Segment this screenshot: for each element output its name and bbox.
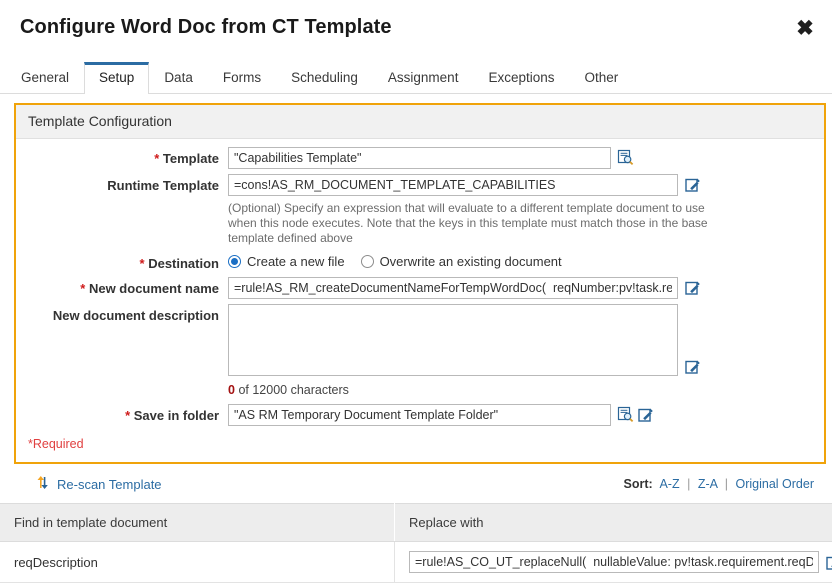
tab-exceptions[interactable]: Exceptions — [473, 62, 569, 94]
tab-scheduling[interactable]: Scheduling — [276, 62, 373, 94]
runtime-template-input[interactable] — [228, 174, 678, 196]
template-label: * Template — [16, 147, 228, 167]
new-document-description-textarea[interactable] — [228, 304, 678, 376]
runtime-template-field-group — [228, 174, 824, 196]
field-row-new-document-name: * New document name — [16, 277, 824, 299]
template-mapping-table: Find in template document Replace with r… — [0, 503, 832, 583]
save-in-folder-field-group — [228, 404, 824, 426]
edit-expression-icon[interactable] — [684, 176, 701, 193]
sort-separator: | — [724, 477, 729, 491]
field-row-runtime-template: Runtime Template — [16, 174, 824, 196]
required-marker: * — [139, 256, 145, 271]
edit-expression-icon[interactable] — [637, 406, 654, 423]
field-row-destination: * Destination Create a new file Overwrit… — [16, 252, 824, 272]
sort-option-az[interactable]: A-Z — [659, 477, 679, 491]
new-document-name-label-text: New document name — [88, 281, 219, 296]
required-note: *Required — [28, 437, 84, 451]
new-document-name-field-group — [228, 277, 824, 299]
tab-forms[interactable]: Forms — [208, 62, 276, 94]
replace-with-input[interactable] — [409, 551, 819, 573]
new-document-description-label: New document description — [52, 308, 219, 323]
new-document-description-field-group — [228, 304, 824, 376]
panel-body: * Template "Capabilities Template" Runti… — [16, 139, 824, 462]
tab-strip: General Setup Data Forms Scheduling Assi… — [0, 58, 832, 94]
destination-label: * Destination — [16, 252, 228, 272]
sort-label: Sort: — [623, 477, 653, 491]
document-search-icon[interactable] — [617, 406, 634, 423]
sort-controls: Sort: A-Z | Z-A | Original Order — [624, 477, 815, 491]
required-marker: * — [80, 281, 86, 296]
field-row-template: * Template — [16, 147, 824, 169]
table-row: reqDescription — [0, 541, 832, 583]
destination-radio-group: Create a new file Overwrite an existing … — [228, 252, 578, 269]
template-field-group — [228, 147, 824, 169]
radio-create-new-file[interactable] — [228, 255, 241, 268]
replace-field-group — [409, 551, 832, 573]
rescan-sort-bar: Re-scan Template Sort: A-Z | Z-A | Origi… — [0, 464, 832, 503]
radio-overwrite-existing[interactable] — [360, 255, 374, 268]
required-marker: * — [125, 408, 131, 423]
field-row-new-document-description: New document description — [16, 304, 824, 376]
panel-title: Template Configuration — [16, 105, 824, 139]
save-in-folder-label-text: Save in folder — [133, 408, 219, 423]
tab-data[interactable]: Data — [149, 62, 208, 94]
field-row-save-in-folder: * Save in folder — [16, 404, 824, 426]
refresh-arrows-icon — [36, 475, 51, 493]
edit-expression-icon[interactable] — [684, 279, 701, 296]
required-marker: * — [154, 151, 160, 166]
save-in-folder-label: * Save in folder — [16, 404, 228, 424]
sort-option-original-order[interactable]: Original Order — [736, 477, 815, 491]
template-configuration-section: Template Configuration * Template "Capab… — [0, 94, 832, 464]
character-count-text: of 12000 characters — [238, 383, 349, 397]
column-header-find: Find in template document — [0, 503, 395, 542]
destination-field-group: Create a new file Overwrite an existing … — [228, 252, 824, 269]
edit-expression-icon[interactable] — [825, 555, 832, 572]
tab-general[interactable]: General — [6, 62, 84, 94]
cell-find-value: reqDescription — [0, 541, 395, 583]
column-header-replace: Replace with — [394, 503, 832, 542]
sort-separator: | — [687, 477, 691, 491]
document-search-icon[interactable] — [617, 149, 634, 166]
character-count-used: 0 — [228, 383, 235, 397]
sort-option-za[interactable]: Z-A — [698, 477, 717, 491]
page-title: Configure Word Doc from CT Template — [20, 16, 392, 38]
runtime-template-label: Runtime Template — [107, 178, 219, 193]
cell-replace-value — [394, 541, 832, 583]
template-label-text: Template — [162, 151, 219, 166]
new-document-name-label: * New document name — [16, 277, 228, 297]
rescan-template-label: Re-scan Template — [57, 476, 162, 492]
character-counter: 0 of 12000 characters — [228, 381, 824, 397]
edit-expression-icon[interactable] — [684, 358, 701, 375]
template-configuration-panel: Template Configuration * Template "Capab… — [14, 103, 826, 464]
tab-setup[interactable]: Setup — [84, 61, 150, 94]
dialog-header: Configure Word Doc from CT Template ✖ — [0, 0, 832, 58]
tab-other[interactable]: Other — [570, 62, 634, 94]
template-input[interactable] — [228, 147, 611, 169]
rescan-template-button[interactable]: Re-scan Template — [36, 475, 162, 493]
close-icon[interactable]: ✖ — [792, 15, 818, 41]
destination-label-text: Destination — [148, 256, 219, 271]
save-in-folder-input[interactable] — [228, 404, 611, 426]
tab-assignment[interactable]: Assignment — [373, 62, 474, 94]
new-document-name-input[interactable] — [228, 277, 678, 299]
radio-create-new-file-label[interactable]: Create a new file — [247, 254, 345, 269]
table-header-row: Find in template document Replace with — [0, 503, 832, 542]
runtime-template-help-text: (Optional) Specify an expression that wi… — [228, 201, 708, 245]
radio-overwrite-existing-label[interactable]: Overwrite an existing document — [380, 254, 562, 269]
